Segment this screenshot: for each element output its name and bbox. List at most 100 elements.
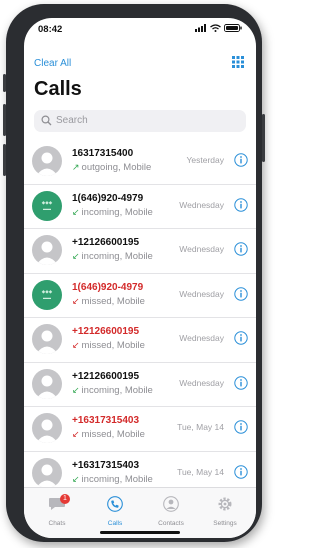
call-row[interactable]: +16317315403 ↙ missed, Mobile Tue, May 14: [24, 407, 256, 452]
call-detail: ↙ incoming, Mobile: [72, 474, 153, 485]
tab-contacts[interactable]: Contacts: [146, 496, 196, 527]
contact-logo-icon: ◆◆◆▬▬: [42, 289, 53, 300]
call-list: 16317315400 ↗ outgoing, Mobile Yesterday ◆◆◆…: [24, 140, 256, 496]
info-icon[interactable]: [234, 331, 248, 345]
call-time: Tue, May 14: [177, 466, 224, 477]
gear-icon: [218, 497, 232, 511]
dial-pad-icon[interactable]: [232, 56, 244, 68]
contact-logo-icon: ◆◆◆▬▬: [42, 200, 53, 211]
call-type: incoming, Mobile: [81, 251, 153, 262]
call-time: Wednesday: [179, 333, 224, 343]
call-detail: ↙ incoming, Mobile: [72, 385, 153, 396]
search-placeholder: Search: [56, 115, 88, 126]
tab-label: Chats: [48, 520, 66, 527]
tab-label: Settings: [213, 520, 237, 527]
call-number: 1(646)920-4979: [72, 192, 144, 204]
call-detail: ↙ incoming, Mobile: [72, 207, 153, 218]
call-row[interactable]: +12126600195 ↙ incoming, Mobile Wednesday: [24, 363, 256, 407]
chats-badge: 1: [60, 494, 70, 504]
call-number: +16317315403: [72, 415, 140, 426]
search-icon: [41, 115, 52, 126]
call-row[interactable]: ◆◆◆ ▬▬ 1(646)920-4979 ↙ incoming, Mobile Wedn…: [24, 185, 256, 229]
call-detail: ↙ missed, Mobile: [72, 340, 145, 351]
default-avatar-icon: [36, 375, 58, 399]
call-row[interactable]: 16317315400 ↗ outgoing, Mobile Yesterday: [24, 140, 256, 185]
call-type: missed, Mobile: [81, 295, 145, 307]
avatar: [32, 324, 62, 354]
status-bar: 08:42: [24, 18, 256, 40]
call-detail: ↙ missed, Mobile: [72, 296, 145, 307]
info-icon[interactable]: [234, 420, 248, 434]
avatar: [32, 368, 62, 399]
call-number: +12126600195: [72, 237, 140, 248]
call-row[interactable]: +12126600195 ↙ incoming, Mobile Wednesday: [24, 229, 256, 274]
info-icon[interactable]: [234, 197, 248, 212]
avatar: [32, 413, 62, 443]
avatar: [32, 235, 62, 265]
avatar: ◆◆◆ ▬▬: [32, 279, 62, 310]
call-detail: ↙ incoming, Mobile: [72, 251, 153, 262]
missed-arrow-icon: ↙: [72, 295, 80, 306]
call-time: Yesterday: [186, 155, 225, 165]
outgoing-arrow-icon: ↗: [72, 162, 80, 172]
call-number: +16317315403: [72, 459, 140, 471]
page-title: Calls: [34, 78, 82, 100]
avatar: [32, 457, 62, 488]
wifi-icon: [210, 24, 221, 32]
info-icon[interactable]: [234, 242, 248, 256]
phone-frame: 08:42 Clear All Calls Search 16317315400…: [3, 4, 265, 542]
screen: 08:42 Clear All Calls Search 16317315400…: [24, 18, 256, 538]
missed-arrow-icon: ↙: [72, 340, 80, 350]
call-type: missed, Mobile: [81, 429, 145, 440]
person-icon: [163, 496, 179, 512]
call-type: incoming, Mobile: [81, 473, 153, 485]
info-icon[interactable]: [234, 375, 248, 390]
call-time: Wednesday: [179, 288, 224, 299]
svg-text:◆◆◆: ◆◆◆: [42, 289, 53, 294]
tab-settings[interactable]: Settings: [200, 496, 250, 527]
default-avatar-icon: [36, 152, 58, 176]
call-number: +12126600195: [72, 326, 140, 337]
signal-icon: [195, 24, 206, 32]
clear-all-button[interactable]: Clear All: [34, 58, 71, 69]
avatar: [32, 146, 62, 176]
home-indicator: [100, 531, 180, 534]
avatar: ◆◆◆ ▬▬: [32, 190, 62, 221]
power-button: [262, 114, 265, 162]
call-row[interactable]: +12126600195 ↙ missed, Mobile Wednesday: [24, 318, 256, 363]
call-number: 16317315400: [72, 148, 134, 159]
call-time: Wednesday: [179, 199, 224, 210]
missed-arrow-icon: ↙: [72, 429, 80, 439]
incoming-arrow-icon: ↙: [72, 251, 80, 261]
incoming-arrow-icon: ↙: [72, 384, 80, 395]
info-icon[interactable]: [234, 286, 248, 301]
info-icon[interactable]: [234, 153, 248, 167]
call-type: incoming, Mobile: [81, 384, 153, 396]
status-icons: [195, 24, 242, 32]
call-row[interactable]: ◆◆◆ ▬▬ 1(646)920-4979 ↙ missed, Mobile Wednes…: [24, 274, 256, 318]
call-type: outgoing, Mobile: [81, 162, 152, 173]
volume-down-button: [3, 144, 6, 176]
tab-calls[interactable]: Calls: [90, 496, 140, 527]
call-detail: ↙ missed, Mobile: [72, 429, 145, 440]
svg-text:◆◆◆: ◆◆◆: [42, 200, 53, 205]
call-time: Wednesday: [179, 377, 224, 388]
volume-up-button: [3, 104, 6, 136]
svg-text:▬▬: ▬▬: [43, 295, 51, 300]
call-number: +12126600195: [72, 370, 140, 382]
call-type: missed, Mobile: [81, 340, 145, 351]
default-avatar-icon: [36, 241, 58, 265]
call-time: Tue, May 14: [177, 422, 224, 432]
tab-chats[interactable]: 1 Chats: [32, 494, 82, 527]
incoming-arrow-icon: ↙: [72, 473, 80, 484]
call-number: 1(646)920-4979: [72, 281, 144, 293]
battery-icon: [224, 24, 242, 32]
default-avatar-icon: [36, 419, 58, 443]
info-icon[interactable]: [234, 464, 248, 479]
search-input[interactable]: Search: [34, 110, 246, 132]
svg-text:▬▬: ▬▬: [43, 206, 51, 211]
tab-label: Calls: [107, 520, 123, 527]
phone-icon: [107, 496, 123, 512]
mute-switch: [3, 74, 6, 92]
incoming-arrow-icon: ↙: [72, 206, 80, 217]
